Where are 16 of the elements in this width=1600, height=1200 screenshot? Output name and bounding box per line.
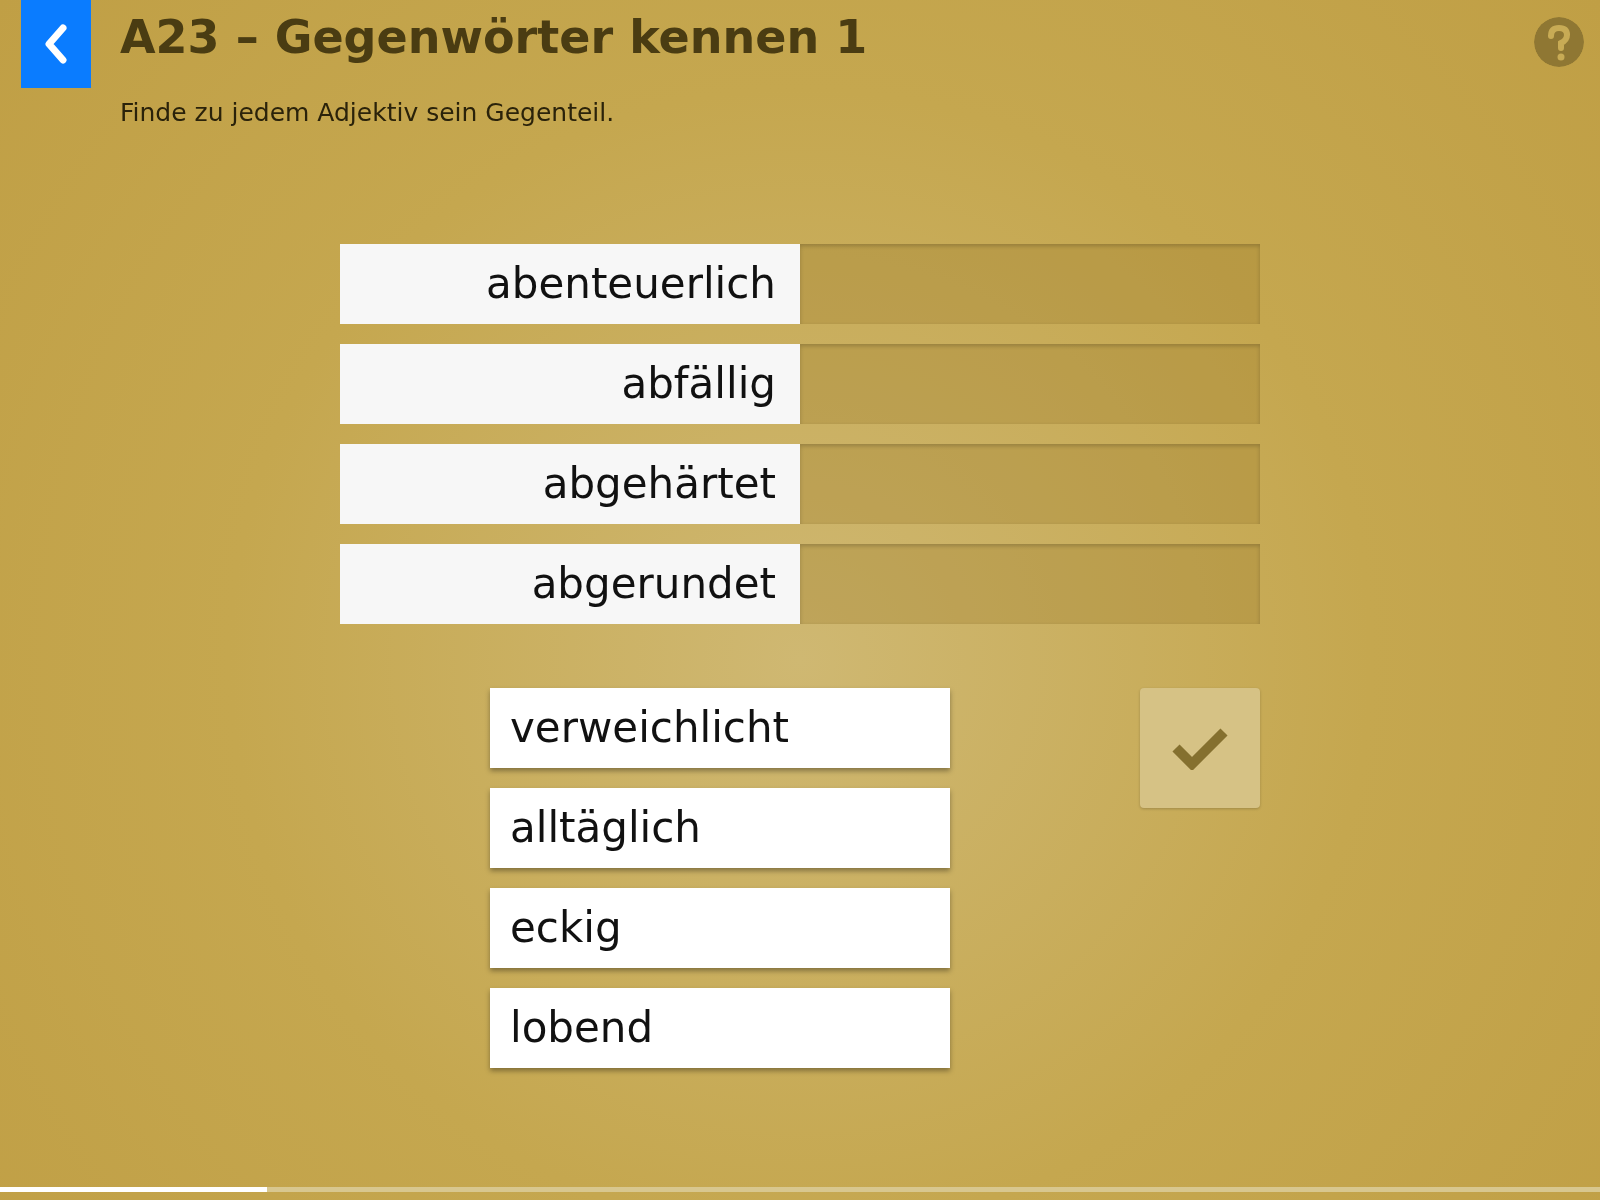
help-icon[interactable]	[1534, 17, 1584, 67]
adjective-card: abenteuerlich	[340, 243, 800, 324]
checkmark-icon	[1170, 725, 1230, 770]
drop-slot[interactable]	[800, 243, 1260, 324]
instruction-text: Finde zu jedem Adjektiv sein Gegenteil.	[120, 97, 616, 129]
adjective-card: abfällig	[340, 343, 800, 424]
adjective-card: abgerundet	[340, 543, 800, 624]
answer-card[interactable]: alltäglich	[490, 787, 950, 868]
back-button[interactable]	[21, 0, 91, 88]
adjective-card: abgehärtet	[340, 443, 800, 524]
answer-card[interactable]: eckig	[490, 887, 950, 968]
drop-slot[interactable]	[800, 443, 1260, 524]
drop-slot[interactable]	[800, 343, 1260, 424]
answer-card[interactable]: lobend	[490, 987, 950, 1068]
answer-card[interactable]: verweichlicht	[490, 687, 950, 768]
drop-slot[interactable]	[800, 543, 1260, 624]
